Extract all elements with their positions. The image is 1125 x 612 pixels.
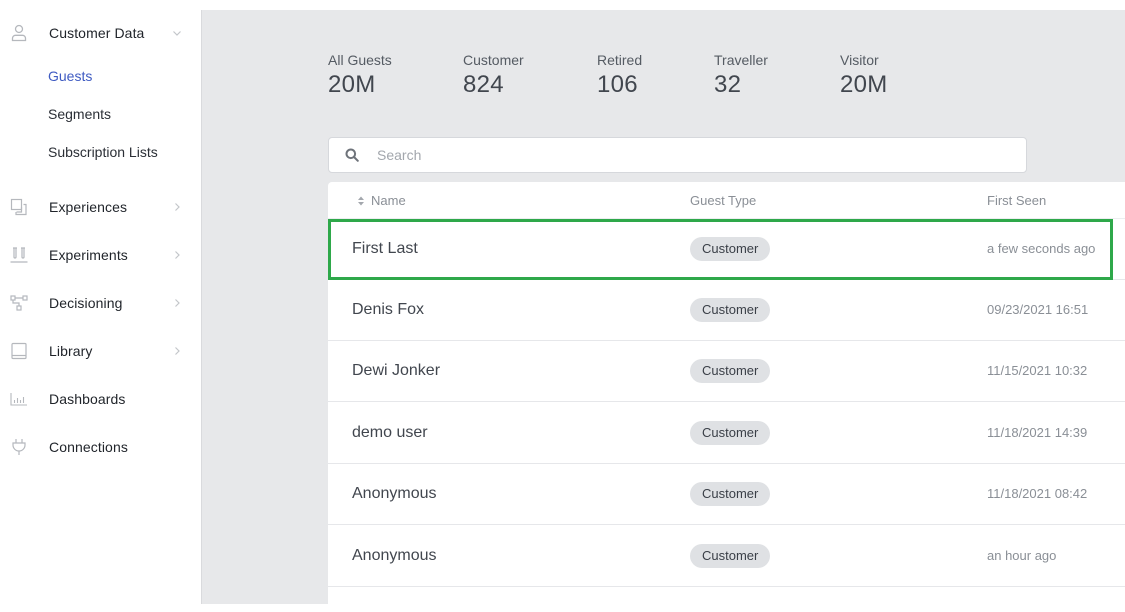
sidebar-item-label: Customer Data <box>49 25 145 41</box>
stat-value: 106 <box>597 71 638 98</box>
stat-customer[interactable]: Customer 824 <box>463 52 524 99</box>
first-seen: a few seconds ago <box>987 241 1096 256</box>
guest-type-badge: Customer <box>690 482 771 506</box>
sidebar: Customer Data Guests Segments Subscripti… <box>0 0 201 604</box>
sidebar-item-label: Decisioning <box>49 295 123 311</box>
sidebar-item-connections[interactable]: Connections <box>0 432 201 462</box>
stat-label: Visitor <box>840 52 879 68</box>
sidebar-item-label: Dashboards <box>49 391 126 407</box>
chevron-right-icon[interactable] <box>171 249 183 261</box>
column-header-label: Name <box>371 193 406 208</box>
stat-value: 824 <box>463 71 504 98</box>
stat-label: All Guests <box>328 52 392 68</box>
first-seen: 11/15/2021 10:32 <box>987 363 1088 378</box>
guest-name: demo user <box>352 424 428 441</box>
user-icon <box>9 23 29 43</box>
guests-table: Name Guest Type First Seen First Last Cu… <box>328 182 1125 612</box>
chevron-right-icon[interactable] <box>171 297 183 309</box>
search-input[interactable] <box>377 138 1007 172</box>
sidebar-item-experiences[interactable]: Experiences <box>0 192 201 222</box>
column-header-first-seen[interactable]: First Seen <box>987 193 1046 208</box>
plug-icon <box>9 437 29 457</box>
guest-type-badge: Customer <box>690 237 771 261</box>
sidebar-item-label: Connections <box>49 439 128 455</box>
stat-label: Customer <box>463 52 524 68</box>
stat-all-guests[interactable]: All Guests 20M <box>328 52 392 99</box>
guest-name: Anonymous <box>352 485 437 502</box>
table-row[interactable]: Denis Fox Customer 09/23/2021 16:51 <box>328 280 1125 341</box>
guest-name: First Last <box>352 240 418 257</box>
library-icon <box>9 341 29 361</box>
first-seen: 09/23/2021 16:51 <box>987 302 1089 317</box>
table-row[interactable]: Anonymous Customer an hour ago <box>328 526 1125 587</box>
stat-traveller[interactable]: Traveller 32 <box>714 52 768 99</box>
sidebar-item-customer-data[interactable]: Customer Data <box>0 18 201 48</box>
sidebar-item-dashboards[interactable]: Dashboards <box>0 384 201 414</box>
sidebar-item-label: Library <box>49 343 93 359</box>
table-row[interactable]: Dewi Jonker Customer 11/15/2021 10:32 <box>328 341 1125 402</box>
sidebar-item-library[interactable]: Library <box>0 336 201 366</box>
sidebar-item-label: Experiences <box>49 199 128 215</box>
stat-value: 20M <box>840 71 888 98</box>
guest-name: Anonymous <box>352 547 437 564</box>
dashboards-icon <box>9 389 29 409</box>
guest-name: Dewi Jonker <box>352 362 441 379</box>
table-row[interactable]: demo user Customer 11/18/2021 14:39 <box>328 403 1125 464</box>
sidebar-item-decisioning[interactable]: Decisioning <box>0 288 201 318</box>
sidebar-subitem-guests[interactable]: Guests <box>48 68 92 84</box>
experiments-icon <box>9 245 29 265</box>
guest-name: Denis Fox <box>352 301 425 318</box>
sidebar-subitem-subscription-lists[interactable]: Subscription Lists <box>48 144 158 160</box>
column-header-guest-type[interactable]: Guest Type <box>690 193 756 208</box>
search-box[interactable] <box>328 137 1027 173</box>
sidebar-subitem-segments[interactable]: Segments <box>48 106 111 122</box>
stat-visitor[interactable]: Visitor 20M <box>840 52 888 99</box>
first-seen: 11/18/2021 14:39 <box>987 425 1088 440</box>
search-icon <box>345 148 359 162</box>
stat-label: Retired <box>597 52 643 68</box>
table-row[interactable]: First Last Customer a few seconds ago <box>328 219 1125 280</box>
table-header: Name Guest Type First Seen <box>328 182 1125 219</box>
stat-value: 32 <box>714 71 742 98</box>
chevron-down-icon[interactable] <box>171 27 183 39</box>
stat-value: 20M <box>328 71 376 98</box>
experiences-icon <box>9 197 29 217</box>
guest-type-badge: Customer <box>690 421 771 445</box>
column-header-name[interactable]: Name <box>357 193 406 208</box>
guest-type-badge: Customer <box>690 359 771 383</box>
table-row[interactable]: Anonymous Customer 11/18/2021 08:42 <box>328 464 1125 525</box>
first-seen: 11/18/2021 08:42 <box>987 486 1088 501</box>
sidebar-item-experiments[interactable]: Experiments <box>0 240 201 270</box>
decisioning-icon <box>9 293 29 313</box>
first-seen: an hour ago <box>987 548 1057 563</box>
guest-type-badge: Customer <box>690 544 771 568</box>
chevron-right-icon[interactable] <box>171 345 183 357</box>
stat-retired[interactable]: Retired 106 <box>597 52 642 99</box>
chevron-right-icon[interactable] <box>171 201 183 213</box>
guest-type-badge: Customer <box>690 298 771 322</box>
sort-icon <box>358 196 364 206</box>
sidebar-item-label: Experiments <box>49 247 128 263</box>
stat-label: Traveller <box>714 52 768 68</box>
